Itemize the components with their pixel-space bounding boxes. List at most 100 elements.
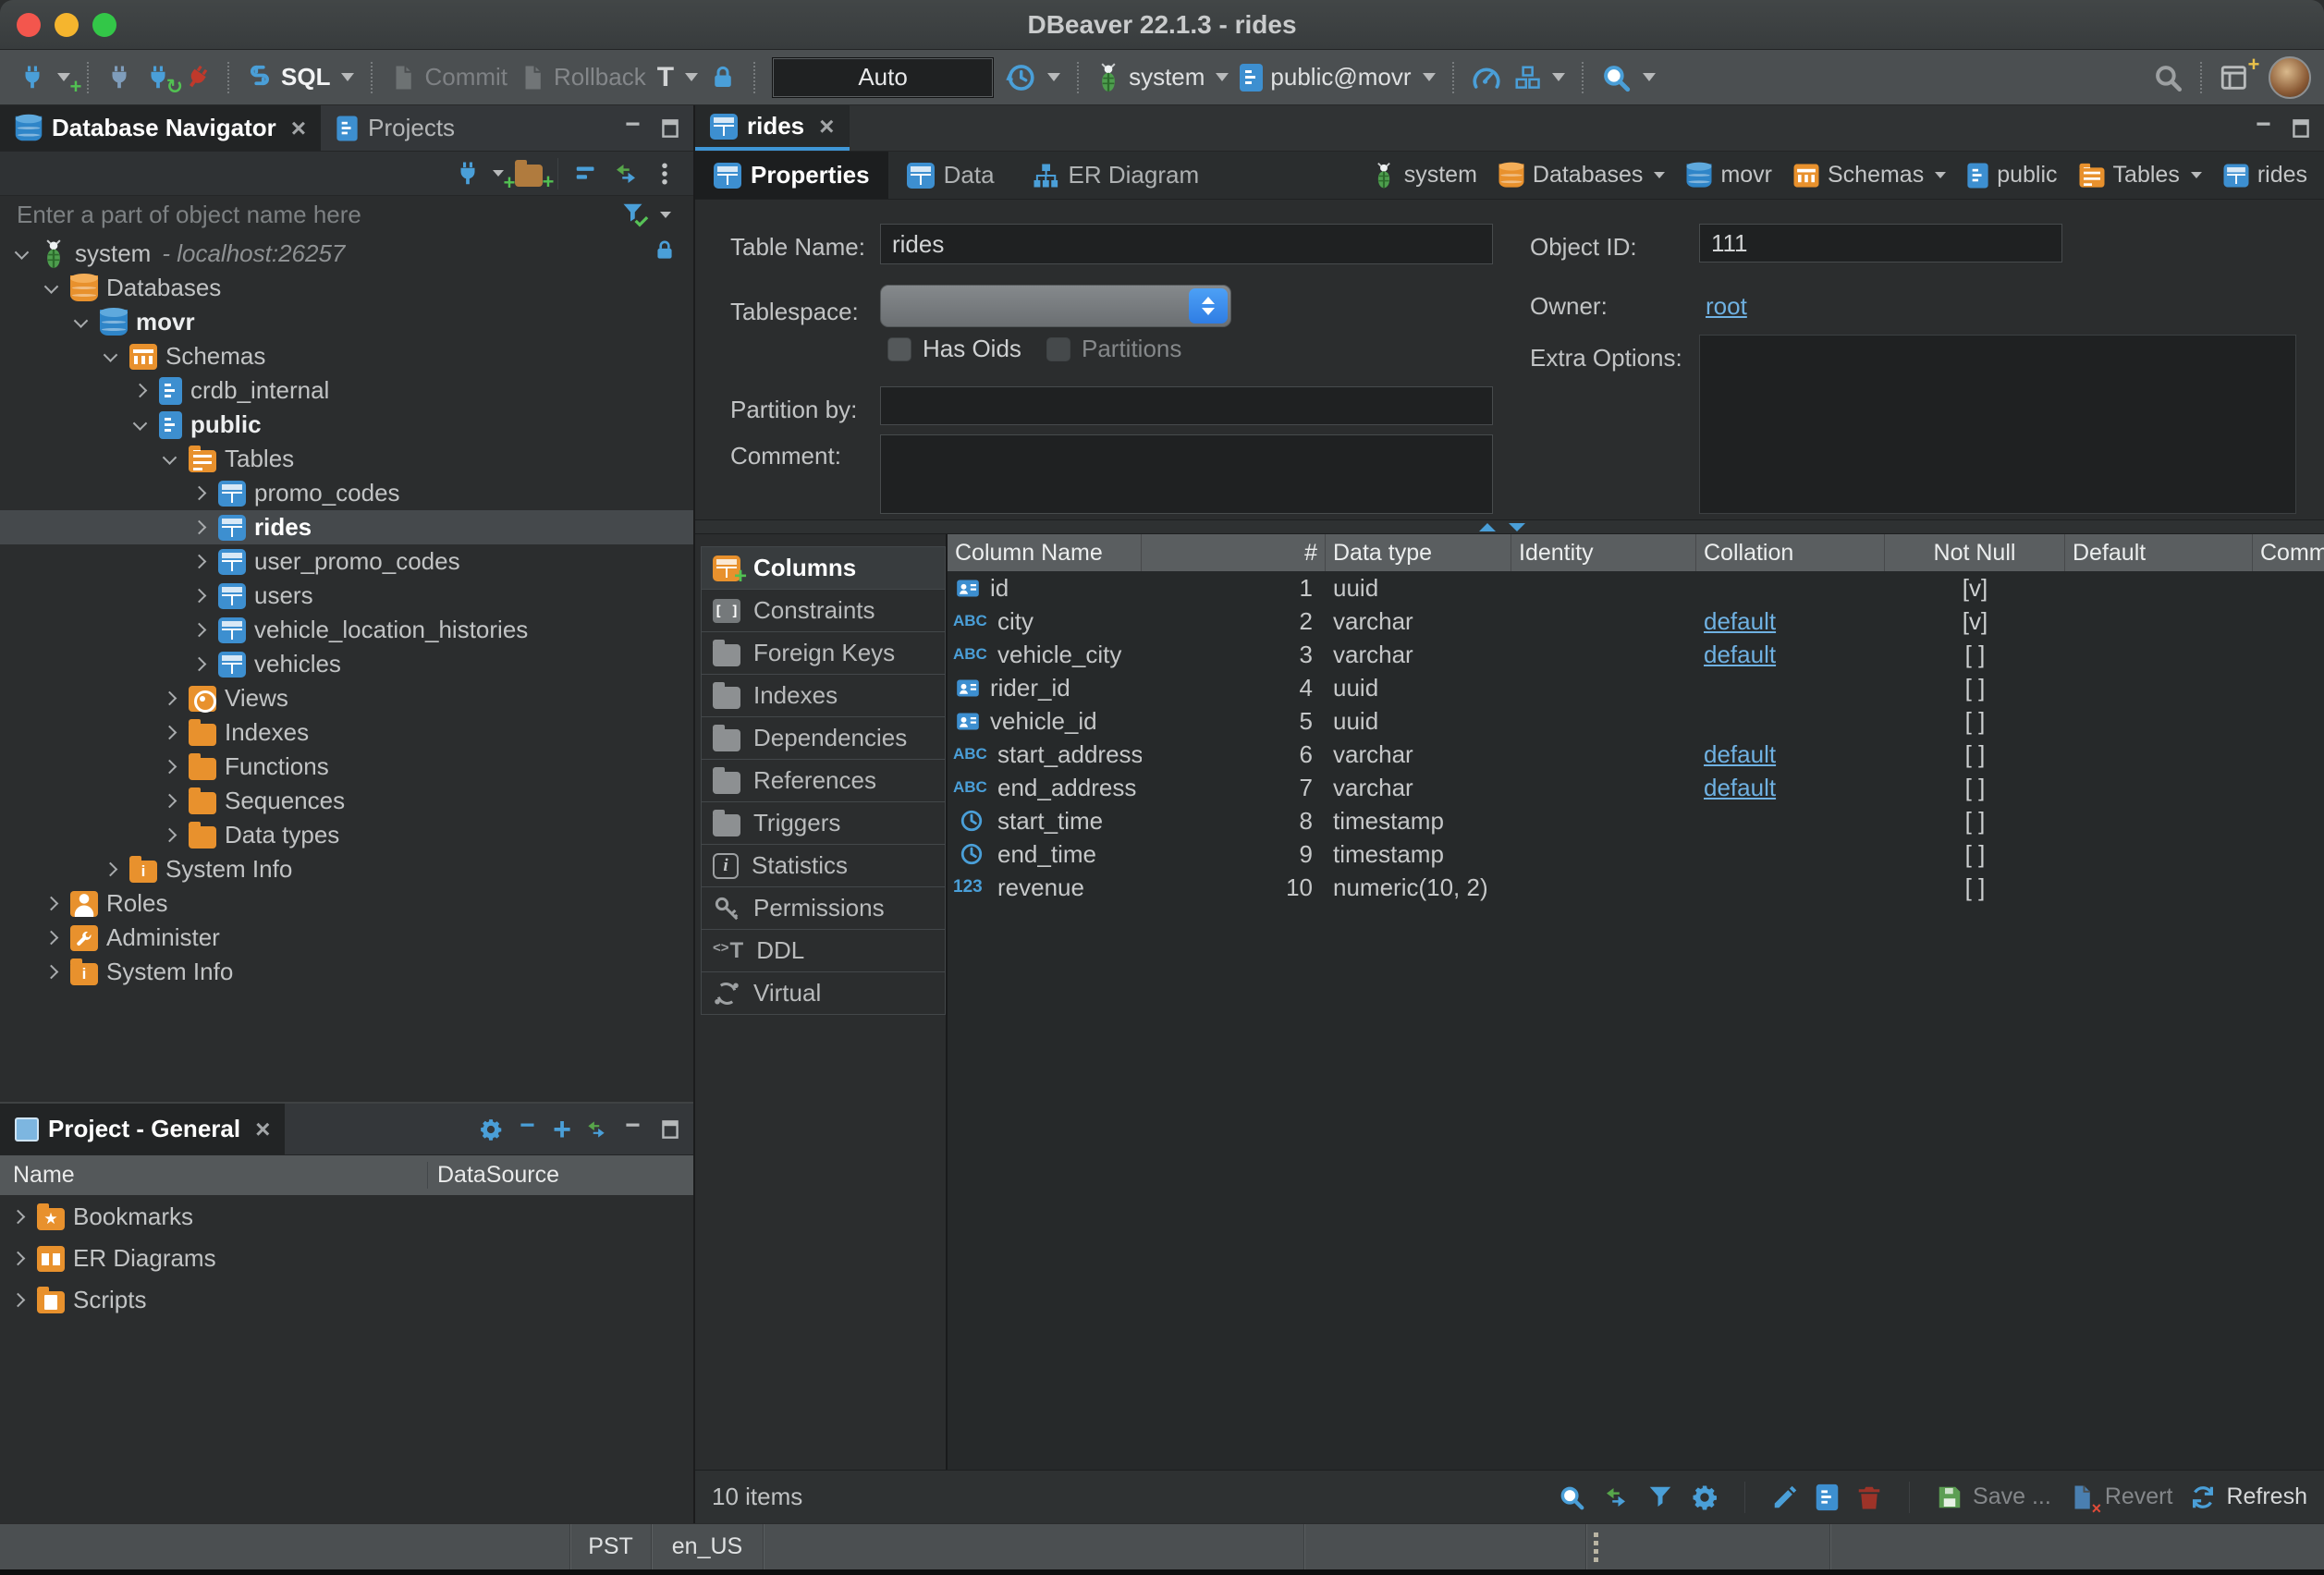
tree-item-public[interactable]: public — [0, 408, 693, 442]
minimize-button[interactable] — [55, 13, 79, 37]
grid-row-vehicle-city[interactable]: ABCvehicle_city3varchardefault[ ] — [948, 638, 2324, 671]
collation-default-link[interactable]: default — [1704, 740, 1776, 769]
table-name-input[interactable] — [880, 224, 1493, 264]
chevron-down-icon[interactable] — [74, 313, 89, 328]
chevron-down-icon[interactable] — [44, 279, 59, 294]
side-tab-foreign-keys[interactable]: Foreign Keys — [701, 631, 946, 675]
side-tab-dependencies[interactable]: Dependencies — [701, 716, 946, 760]
delete-trash-icon[interactable] — [1855, 1483, 1883, 1511]
tree-item-promo-codes[interactable]: promo_codes — [0, 476, 693, 510]
chevron-right-icon[interactable] — [192, 657, 207, 672]
close-icon[interactable]: × — [255, 1117, 270, 1142]
plus-icon[interactable]: + — [553, 1114, 571, 1145]
breadcrumb-item-public[interactable]: public — [1959, 159, 2064, 192]
maximize-panel-icon[interactable] — [658, 116, 682, 140]
rollback-button[interactable]: Rollback — [513, 63, 652, 92]
new-sql-editor-button[interactable]: SQL — [240, 63, 360, 92]
grid-row-rider-id[interactable]: rider_id4uuid[ ] — [948, 671, 2324, 704]
tree-item-views[interactable]: Views — [0, 681, 693, 715]
chevron-right-icon[interactable] — [192, 623, 207, 638]
chevron-right-icon[interactable] — [104, 862, 118, 877]
filter-settings-button[interactable] — [616, 201, 677, 228]
commit-mode-selector[interactable]: Auto — [772, 57, 994, 98]
chevron-right-icon[interactable] — [163, 760, 177, 775]
tab-projects[interactable]: Projects — [321, 105, 470, 151]
grid-column-header-[interactable]: # — [1142, 534, 1326, 571]
chevron-right-icon[interactable] — [192, 486, 207, 501]
grid-column-header-collation[interactable]: Collation — [1696, 534, 1885, 571]
tree-item-system-info[interactable]: iSystem Info — [0, 852, 693, 886]
layout-refresh-icon[interactable] — [1602, 1483, 1630, 1511]
chevron-right-icon[interactable] — [11, 1210, 26, 1225]
side-tab-permissions[interactable]: Permissions — [701, 886, 946, 930]
column-header-name[interactable]: Name — [0, 1162, 427, 1189]
object-id-input[interactable] — [1699, 224, 2062, 262]
chevron-right-icon[interactable] — [163, 794, 177, 809]
chevron-right-icon[interactable] — [133, 384, 148, 398]
has-oids-checkbox[interactable]: Has Oids — [887, 335, 1021, 363]
active-connection-selector[interactable]: system — [1090, 63, 1234, 92]
tree-item-indexes[interactable]: Indexes — [0, 715, 693, 750]
chevron-right-icon[interactable] — [163, 691, 177, 706]
tree-item-movr[interactable]: movr — [0, 305, 693, 339]
transaction-mode-button[interactable] — [703, 64, 742, 92]
minimize-panel-icon[interactable] — [2252, 116, 2276, 140]
subtab-data[interactable]: Data — [888, 152, 1013, 199]
tablespace-select[interactable] — [880, 285, 1231, 327]
grid-column-header-not-null[interactable]: Not Null — [1885, 534, 2065, 571]
minus-icon[interactable] — [516, 1117, 540, 1142]
value-search-icon[interactable] — [1558, 1483, 1585, 1511]
side-tab-virtual[interactable]: Virtual — [701, 971, 946, 1015]
new-connection-button[interactable]: + — [13, 64, 76, 92]
grid-column-header-identity[interactable]: Identity — [1511, 534, 1696, 571]
subtab-er-diagram[interactable]: ER Diagram — [1013, 152, 1218, 199]
revert-button[interactable]: Revert — [2105, 1483, 2173, 1510]
tree-item-users[interactable]: users — [0, 579, 693, 613]
query-history-button[interactable] — [999, 62, 1066, 93]
filter-funnel-icon[interactable] — [1646, 1483, 1674, 1511]
timezone-status[interactable]: PST — [570, 1524, 652, 1569]
chevron-down-icon[interactable] — [163, 450, 177, 465]
project-item-er-diagrams[interactable]: ER Diagrams — [0, 1238, 693, 1279]
minimize-panel-icon[interactable] — [621, 1117, 645, 1142]
grid-row-start-address[interactable]: ABCstart_address6varchardefault[ ] — [948, 738, 2324, 771]
commit-button[interactable]: Commit — [384, 63, 513, 92]
disconnect-button[interactable] — [177, 64, 216, 92]
chevron-right-icon[interactable] — [11, 1251, 26, 1266]
maximize-panel-icon[interactable] — [658, 1117, 682, 1142]
chevron-down-icon[interactable] — [133, 416, 148, 431]
grid-column-header-column-name[interactable]: Column Name — [948, 534, 1142, 571]
tree-item-sequences[interactable]: Sequences — [0, 784, 693, 818]
partition-by-input[interactable] — [880, 386, 1493, 425]
grid-row-city[interactable]: ABCcity2varchardefault[v] — [948, 604, 2324, 638]
grid-row-end-time[interactable]: end_time9timestamp[ ] — [948, 837, 2324, 871]
tree-item-databases[interactable]: Databases — [0, 271, 693, 305]
chevron-right-icon[interactable] — [44, 965, 59, 980]
tab-project-general[interactable]: Project - General × — [0, 1104, 285, 1154]
tree-item-schemas[interactable]: Schemas — [0, 339, 693, 373]
edit-pencil-icon[interactable] — [1771, 1483, 1799, 1511]
tree-item-rides[interactable]: rides — [0, 510, 693, 544]
connect-button[interactable] — [100, 64, 139, 92]
filter-input[interactable]: Enter a part of object name here — [17, 201, 361, 229]
tree-item-tables[interactable]: Tables — [0, 442, 693, 476]
invalidate-reconnect-button[interactable]: ↻ — [139, 64, 177, 92]
grid-column-header-comment[interactable]: Comment — [2253, 534, 2324, 571]
tree-item-system[interactable]: system- localhost:26257 — [0, 237, 693, 271]
breadcrumb-item-movr[interactable]: movr — [1678, 159, 1780, 191]
chevron-right-icon[interactable] — [44, 931, 59, 946]
grid-row-id[interactable]: id1uuid[v] — [948, 571, 2324, 604]
side-tab-triggers[interactable]: Triggers — [701, 801, 946, 845]
editor-tab-rides[interactable]: rides × — [695, 105, 850, 151]
close-button[interactable] — [17, 13, 41, 37]
collation-default-link[interactable]: default — [1704, 774, 1776, 802]
form-grid-splitter[interactable] — [695, 519, 2324, 534]
transaction-log-button[interactable]: T — [652, 64, 703, 92]
save-button[interactable]: Save ... — [1973, 1483, 2051, 1510]
minimize-panel-icon[interactable] — [621, 116, 645, 140]
view-columns-icon[interactable] — [1816, 1483, 1839, 1510]
new-connection-button[interactable]: + — [448, 160, 509, 188]
tree-item-functions[interactable]: Functions — [0, 750, 693, 784]
close-icon[interactable]: × — [291, 116, 306, 141]
comment-textarea[interactable] — [880, 434, 1493, 514]
